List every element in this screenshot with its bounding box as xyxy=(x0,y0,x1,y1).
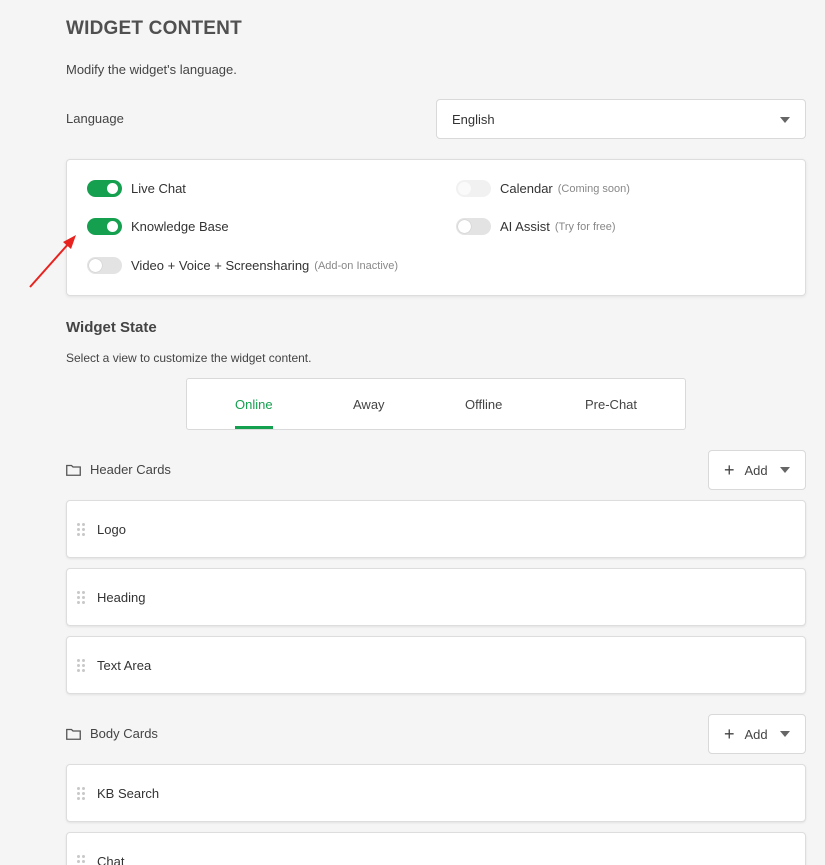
language-label: Language xyxy=(66,111,124,126)
add-label: Add xyxy=(744,726,768,742)
feature-label: Calendar xyxy=(500,181,553,196)
card-label: Text Area xyxy=(97,657,152,673)
chevron-down-icon xyxy=(779,467,790,473)
feature-note: (Coming soon) xyxy=(557,182,630,195)
add-label: Add xyxy=(744,462,768,478)
live-chat-toggle[interactable] xyxy=(87,180,122,197)
drag-handle-icon[interactable] xyxy=(77,854,85,865)
header-card-heading[interactable]: Heading xyxy=(66,568,806,626)
feature-label: AI Assist xyxy=(500,219,550,234)
active-tab-indicator xyxy=(235,426,273,429)
tab-online[interactable]: Online xyxy=(235,397,273,412)
folder-icon xyxy=(66,728,81,740)
feature-label: Video + Voice + Screensharing xyxy=(131,258,310,273)
feature-label: Knowledge Base xyxy=(131,219,229,234)
header-cards-section-title: Header Cards xyxy=(66,462,171,477)
feature-live-chat: Live Chat xyxy=(87,180,186,197)
header-cards-label: Header Cards xyxy=(90,462,171,477)
drag-handle-icon[interactable] xyxy=(77,590,85,604)
card-label: KB Search xyxy=(97,785,160,801)
plus-icon: + xyxy=(724,460,735,480)
tab-away[interactable]: Away xyxy=(353,397,385,412)
card-label: Logo xyxy=(97,521,126,537)
widget-state-description: Select a view to customize the widget co… xyxy=(66,351,312,365)
feature-calendar: Calendar (Coming soon) xyxy=(456,180,630,197)
page-subtitle: Modify the widget's language. xyxy=(66,62,237,77)
annotation-arrow-icon xyxy=(29,235,76,288)
ai-assist-toggle[interactable] xyxy=(456,218,491,235)
drag-handle-icon[interactable] xyxy=(77,658,85,672)
card-label: Chat xyxy=(97,853,125,865)
add-header-card-button[interactable]: + Add xyxy=(708,450,806,490)
chevron-down-icon xyxy=(779,731,790,737)
widget-state-tabs: Online Away Offline Pre-Chat xyxy=(186,378,686,430)
knowledge-base-toggle[interactable] xyxy=(87,218,122,235)
widget-state-heading: Widget State xyxy=(66,319,157,336)
page-title: WIDGET CONTENT xyxy=(66,18,242,39)
video-voice-toggle[interactable] xyxy=(87,257,122,274)
card-label: Heading xyxy=(97,589,146,605)
feature-toggles-card: Live Chat Knowledge Base Video + Voice +… xyxy=(66,159,806,296)
drag-handle-icon[interactable] xyxy=(77,522,85,536)
feature-note: (Add-on Inactive) xyxy=(314,259,399,272)
body-card-kb-search[interactable]: KB Search xyxy=(66,764,806,822)
feature-ai-assist: AI Assist (Try for free) xyxy=(456,218,616,235)
feature-knowledge-base: Knowledge Base xyxy=(87,218,229,235)
header-card-text-area[interactable]: Text Area xyxy=(66,636,806,694)
calendar-toggle xyxy=(456,180,491,197)
tab-offline[interactable]: Offline xyxy=(465,397,502,412)
header-card-logo[interactable]: Logo xyxy=(66,500,806,558)
drag-handle-icon[interactable] xyxy=(77,786,85,800)
language-select[interactable]: English xyxy=(436,99,806,139)
feature-note: (Try for free) xyxy=(554,220,616,233)
language-select-value: English xyxy=(452,112,495,127)
plus-icon: + xyxy=(724,724,735,744)
feature-label: Live Chat xyxy=(131,181,186,196)
body-cards-section-title: Body Cards xyxy=(66,726,158,741)
body-card-chat[interactable]: Chat xyxy=(66,832,806,865)
tab-pre-chat[interactable]: Pre-Chat xyxy=(585,397,637,412)
folder-icon xyxy=(66,464,81,476)
body-cards-label: Body Cards xyxy=(90,726,158,741)
chevron-down-icon xyxy=(780,117,790,123)
add-body-card-button[interactable]: + Add xyxy=(708,714,806,754)
feature-video-voice: Video + Voice + Screensharing (Add-on In… xyxy=(87,257,398,274)
